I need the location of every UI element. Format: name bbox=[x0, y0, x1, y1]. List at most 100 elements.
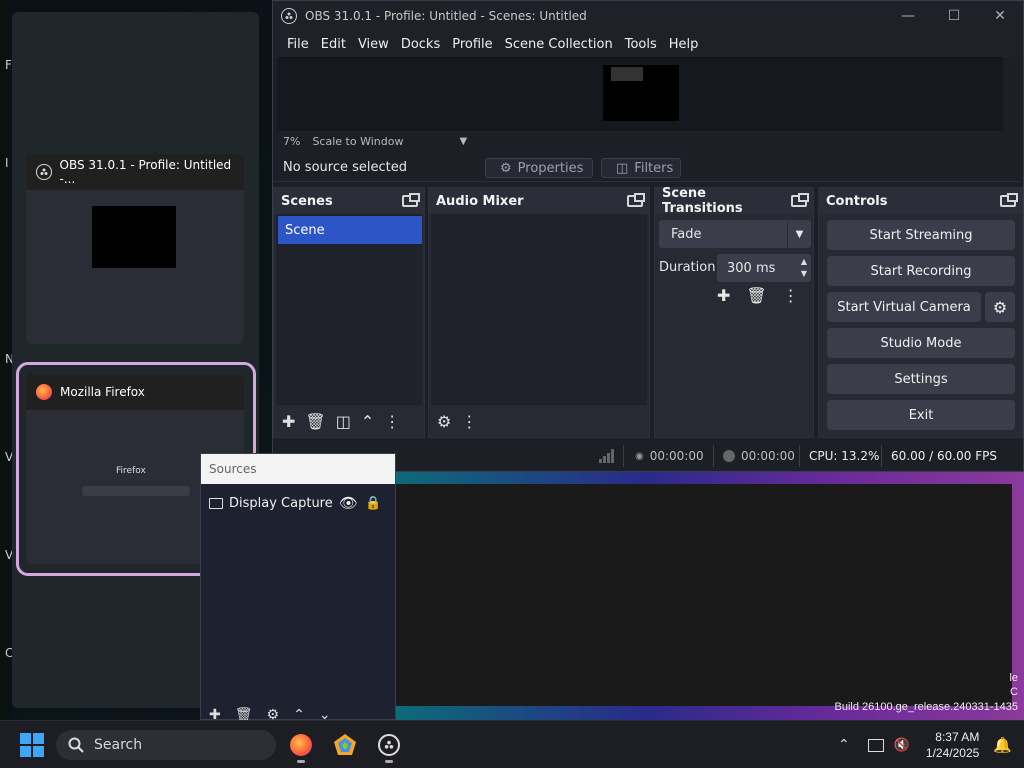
stream-status: ◉ 00:00:00 bbox=[635, 449, 704, 463]
gear-icon: ⚙ bbox=[500, 160, 512, 176]
audio-mixer-area bbox=[431, 214, 647, 405]
filters-button[interactable]: ◫ Filters bbox=[601, 158, 681, 178]
start-virtual-camera-button[interactable]: Start Virtual Camera bbox=[827, 292, 981, 322]
sources-dock: Sources Display Capture 👁 🔒 ✚ 🗑 ⚙ ⌃ ⌄ bbox=[200, 453, 396, 723]
desktop-icon-label: F bbox=[5, 58, 12, 72]
close-icon[interactable]: ✕ bbox=[977, 1, 1023, 31]
clock-date: 1/24/2025 bbox=[925, 746, 980, 760]
chevron-down-icon: ▼ bbox=[787, 220, 811, 248]
scene-filters-icon[interactable]: ◫ bbox=[336, 412, 351, 431]
menu-scene-collection[interactable]: Scene Collection bbox=[499, 37, 619, 52]
duration-spinbox[interactable]: 300 ms ▲ ▼ bbox=[717, 254, 811, 282]
transition-toolbar: ✚ 🗑 ⋮ bbox=[717, 286, 799, 305]
more-icon[interactable]: ⋮ bbox=[384, 412, 400, 431]
studio-mode-button[interactable]: Studio Mode bbox=[827, 328, 1015, 358]
source-list-item[interactable]: Display Capture 👁 🔒 bbox=[209, 492, 389, 514]
scenes-dock: Scenes Scene ✚ 🗑 ◫ ⌃ ⋮ bbox=[273, 187, 425, 438]
maximize-icon[interactable]: ☐ bbox=[931, 1, 977, 31]
window-thumbnail bbox=[26, 190, 244, 344]
filters-icon: ◫ bbox=[616, 160, 629, 176]
add-icon[interactable]: ✚ bbox=[282, 412, 295, 431]
record-icon bbox=[723, 450, 735, 462]
source-toolbar: No source selected ⚙ Properties ◫ Filter… bbox=[273, 154, 1021, 182]
build-watermark: le bbox=[1009, 672, 1018, 684]
obs-icon bbox=[36, 164, 52, 180]
chevron-up-icon[interactable]: ⌃ bbox=[838, 737, 850, 753]
colorful-pentagon-icon bbox=[334, 734, 356, 755]
more-icon[interactable]: ⋮ bbox=[783, 286, 799, 305]
controls-dock: Controls Start Streaming Start Recording… bbox=[818, 187, 1023, 438]
build-watermark: C bbox=[1010, 686, 1018, 698]
gear-icon[interactable]: ⚙ bbox=[437, 412, 451, 431]
dock-toolbar: ✚ 🗑 ◫ ⌃ ⋮ bbox=[274, 405, 424, 437]
switcher-card-header: Mozilla Firefox bbox=[26, 374, 244, 410]
undock-icon[interactable] bbox=[627, 193, 645, 207]
dock-header: Scenes bbox=[274, 188, 424, 214]
menu-file[interactable]: File bbox=[281, 37, 315, 52]
undock-icon[interactable] bbox=[1000, 193, 1018, 207]
settings-button[interactable]: Settings bbox=[827, 364, 1015, 394]
volume-muted-icon[interactable]: 🔇 bbox=[894, 738, 910, 753]
taskbar-clock[interactable]: 8:37 AM 1/24/2025 bbox=[926, 729, 979, 761]
chevron-down-icon[interactable]: ▼ bbox=[801, 269, 807, 278]
obs-icon bbox=[378, 734, 400, 756]
transition-select[interactable]: Fade ▼ bbox=[659, 220, 811, 248]
start-recording-button[interactable]: Start Recording bbox=[827, 256, 1015, 286]
scene-list-item[interactable]: Scene bbox=[278, 216, 422, 244]
switcher-card-title: Mozilla Firefox bbox=[60, 385, 145, 399]
firefox-taskbar-icon[interactable] bbox=[287, 731, 315, 763]
scale-dropdown-icon[interactable]: ▼ bbox=[459, 136, 467, 147]
scale-mode: Scale to Window bbox=[312, 134, 404, 148]
dock-header: Audio Mixer bbox=[429, 188, 649, 214]
add-icon[interactable]: ✚ bbox=[717, 286, 730, 305]
system-tray: ⌃ 🔇 8:37 AM 1/24/2025 🔔 bbox=[838, 721, 1024, 768]
network-icon[interactable] bbox=[867, 738, 884, 752]
properties-button[interactable]: ⚙ Properties bbox=[485, 158, 593, 178]
lock-icon[interactable]: 🔒 bbox=[365, 496, 381, 511]
obs-window: OBS 31.0.1 - Profile: Untitled - Scenes:… bbox=[272, 0, 1024, 472]
switcher-card-title: OBS 31.0.1 - Profile: Untitled -... bbox=[59, 158, 232, 186]
app-taskbar-icon[interactable] bbox=[331, 731, 359, 759]
network-signal-icon bbox=[599, 441, 615, 471]
chevron-up-icon[interactable]: ▲ bbox=[801, 257, 807, 266]
more-icon[interactable]: ⋮ bbox=[461, 412, 477, 431]
thumbnail-firefox-label: Firefox bbox=[116, 466, 146, 476]
window-title: OBS 31.0.1 - Profile: Untitled - Scenes:… bbox=[305, 9, 587, 23]
switcher-card-obs[interactable]: OBS 31.0.1 - Profile: Untitled -... bbox=[26, 154, 244, 344]
gear-icon: ⚙ bbox=[992, 297, 1008, 317]
sources-title: Sources bbox=[201, 454, 395, 484]
thumbnail-preview bbox=[92, 206, 176, 268]
trash-icon[interactable]: 🗑 bbox=[746, 286, 766, 305]
move-up-icon[interactable]: ⌃ bbox=[361, 412, 374, 431]
trash-icon[interactable]: 🗑 bbox=[305, 412, 325, 431]
virtual-camera-settings-button[interactable]: ⚙ bbox=[985, 292, 1015, 322]
clock-time: 8:37 AM bbox=[935, 730, 980, 744]
thumbnail-search-bar bbox=[82, 486, 190, 496]
eye-icon[interactable]: 👁 bbox=[339, 494, 358, 512]
taskbar: Search ⌃ 🔇 8:37 AM 1/24/2025 🔔 bbox=[0, 720, 1024, 768]
menu-view[interactable]: View bbox=[352, 37, 395, 52]
menu-tools[interactable]: Tools bbox=[619, 37, 663, 52]
obs-taskbar-icon[interactable] bbox=[375, 731, 403, 763]
windows-start-icon[interactable] bbox=[20, 733, 44, 757]
dock-header: Scene Transitions bbox=[655, 186, 813, 216]
menu-edit[interactable]: Edit bbox=[315, 37, 352, 52]
obs-icon bbox=[281, 8, 297, 24]
start-streaming-button[interactable]: Start Streaming bbox=[827, 220, 1015, 250]
minimize-icon[interactable]: — bbox=[885, 1, 931, 31]
scale-percent: 7% bbox=[283, 134, 301, 148]
undock-icon[interactable] bbox=[402, 193, 420, 207]
taskbar-search[interactable]: Search bbox=[56, 730, 276, 760]
window-controls: — ☐ ✕ bbox=[885, 1, 1023, 31]
source-status: No source selected bbox=[283, 160, 407, 175]
stream-icon: ◉ bbox=[635, 450, 644, 462]
exit-button[interactable]: Exit bbox=[827, 400, 1015, 430]
menu-docks[interactable]: Docks bbox=[395, 37, 446, 52]
notification-bell-icon[interactable]: 🔔 bbox=[993, 736, 1012, 754]
preview-area[interactable] bbox=[277, 57, 1003, 131]
preview-scale-bar: 7% Scale to Window ▼ bbox=[277, 131, 1003, 151]
firefox-icon bbox=[290, 734, 312, 756]
undock-icon[interactable] bbox=[791, 193, 809, 207]
menu-profile[interactable]: Profile bbox=[446, 37, 498, 52]
menu-help[interactable]: Help bbox=[663, 37, 705, 52]
